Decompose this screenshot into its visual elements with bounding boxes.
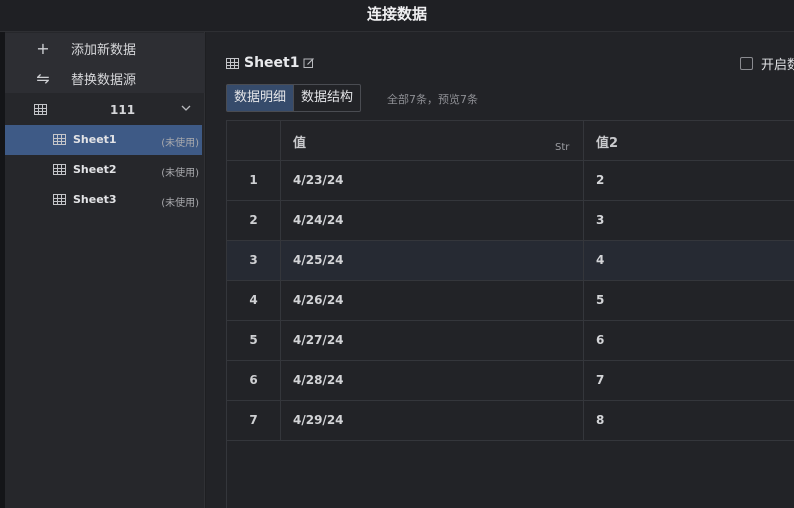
cell-value: 4/25/24 bbox=[293, 253, 344, 267]
cell-value: 4/24/24 bbox=[293, 213, 344, 227]
swap-arrows-icon: ⇋ bbox=[36, 68, 50, 88]
enable-label: 开启数 bbox=[761, 58, 794, 73]
cell-value: 4/29/24 bbox=[293, 413, 344, 427]
data-table: 值 Str 值2 1 4/23/24 2 2 4/24/24 3 3 4/25/… bbox=[226, 120, 794, 508]
cell-value2: 6 bbox=[596, 333, 605, 347]
cell-value2: 4 bbox=[596, 253, 605, 267]
table-row: 5 4/27/24 6 bbox=[227, 321, 794, 361]
main-panel: Sheet1 开启数 数据明细 数据结构 全部7条，预览7条 值 Str 值2 … bbox=[206, 32, 794, 508]
column-header-value2[interactable]: 值2 bbox=[596, 132, 618, 151]
sheet-name: Sheet1 bbox=[73, 133, 117, 146]
row-index: 6 bbox=[249, 373, 258, 387]
cell-value2: 5 bbox=[596, 293, 605, 307]
table-row: 6 4/28/24 7 bbox=[227, 361, 794, 401]
table-row: 7 4/29/24 8 bbox=[227, 401, 794, 441]
table-icon bbox=[53, 164, 66, 175]
sidebar-item-sheet1[interactable]: Sheet1 (未使用) bbox=[5, 125, 202, 155]
window-title: 连接数据 bbox=[366, 5, 427, 23]
cell-value2: 3 bbox=[596, 213, 605, 227]
chevron-down-icon[interactable] bbox=[180, 102, 192, 114]
datasource-group-111[interactable]: 111 bbox=[5, 95, 205, 125]
column-type-tag: Str bbox=[555, 142, 570, 153]
row-index: 3 bbox=[249, 253, 258, 267]
group-name: 111 bbox=[110, 103, 136, 117]
cell-value: 4/26/24 bbox=[293, 293, 344, 307]
plus-icon: + bbox=[36, 38, 50, 58]
tab-data-detail[interactable]: 数据明细 bbox=[227, 85, 294, 111]
table-icon bbox=[34, 104, 47, 115]
sidebar-item-sheet3[interactable]: Sheet3 (未使用) bbox=[5, 185, 202, 215]
table-row: 4 4/26/24 5 bbox=[227, 281, 794, 321]
cell-value2: 2 bbox=[596, 173, 605, 187]
edit-icon[interactable] bbox=[303, 57, 315, 69]
cell-value2: 7 bbox=[596, 373, 605, 387]
view-tabs: 数据明细 数据结构 bbox=[226, 84, 362, 112]
sidebar-item-sheet2[interactable]: Sheet2 (未使用) bbox=[5, 155, 202, 185]
column-header-value[interactable]: 值 bbox=[293, 132, 306, 151]
table-row: 1 4/23/24 2 bbox=[227, 161, 794, 201]
add-new-data-label: 添加新数据 bbox=[71, 42, 137, 58]
cell-value2: 8 bbox=[596, 413, 605, 427]
table-icon bbox=[53, 134, 66, 145]
sheet-usage-tag: (未使用) bbox=[161, 138, 199, 149]
row-index: 7 bbox=[249, 413, 258, 427]
table-row: 3 4/25/24 4 bbox=[227, 241, 794, 281]
row-index: 4 bbox=[249, 293, 258, 307]
sheet-header: Sheet1 bbox=[226, 55, 315, 71]
table-header-row: 值 Str 值2 bbox=[227, 121, 794, 161]
replace-datasource-label: 替换数据源 bbox=[71, 72, 137, 88]
sheet-name: Sheet3 bbox=[73, 193, 117, 206]
column-divider bbox=[583, 121, 584, 441]
row-count-info: 全部7条，预览7条 bbox=[387, 93, 478, 106]
sheet-name: Sheet2 bbox=[73, 163, 117, 176]
row-index: 5 bbox=[249, 333, 258, 347]
row-index: 1 bbox=[249, 173, 258, 187]
table-icon bbox=[226, 57, 239, 69]
cell-value: 4/28/24 bbox=[293, 373, 344, 387]
sheet-usage-tag: (未使用) bbox=[161, 168, 199, 179]
sheet-title: Sheet1 bbox=[244, 55, 300, 71]
sheet-usage-tag: (未使用) bbox=[161, 198, 199, 209]
row-index: 2 bbox=[249, 213, 258, 227]
enable-checkbox[interactable] bbox=[740, 57, 753, 70]
sidebar: + 添加新数据 ⇋ 替换数据源 111 Sheet1 (未使用) Sheet2 … bbox=[5, 32, 205, 508]
title-bar: 连接数据 bbox=[0, 0, 794, 32]
add-new-data-button[interactable]: + 添加新数据 bbox=[5, 33, 205, 63]
table-icon bbox=[53, 194, 66, 205]
tab-data-structure[interactable]: 数据结构 bbox=[293, 85, 360, 111]
table-row: 2 4/24/24 3 bbox=[227, 201, 794, 241]
cell-value: 4/27/24 bbox=[293, 333, 344, 347]
index-column-divider bbox=[280, 121, 281, 441]
replace-datasource-button[interactable]: ⇋ 替换数据源 bbox=[5, 63, 205, 93]
cell-value: 4/23/24 bbox=[293, 173, 344, 187]
